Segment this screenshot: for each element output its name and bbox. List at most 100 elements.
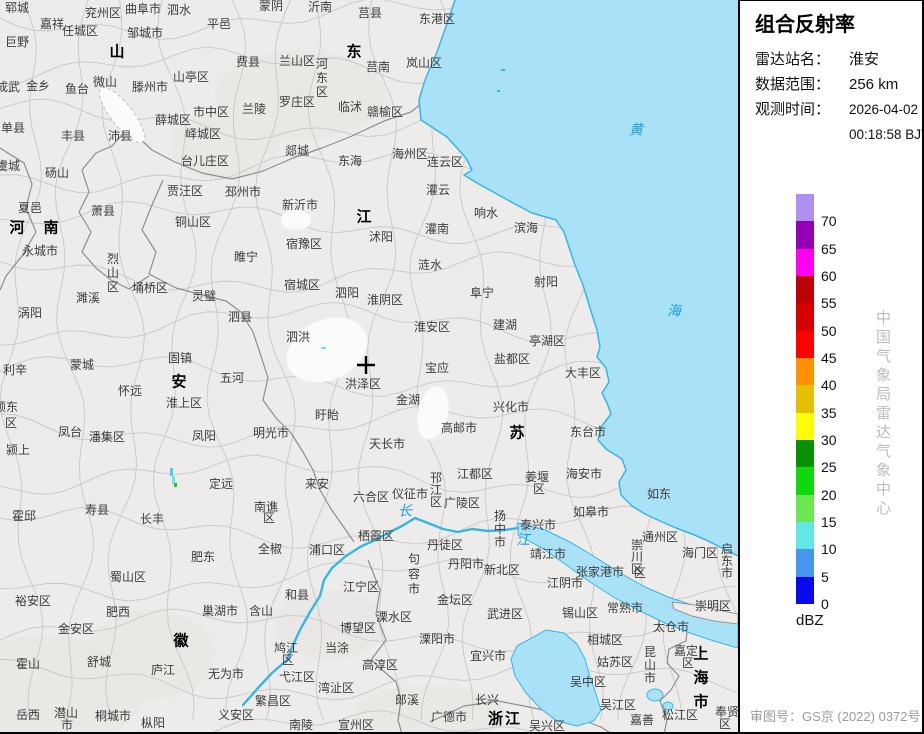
map-label: 莒南 <box>366 59 390 74</box>
map-label: 泗县 <box>228 310 252 324</box>
map-label: 东 <box>346 43 363 61</box>
colorbar-segment <box>796 275 814 304</box>
map-label: 市中区 <box>193 104 229 119</box>
map-label: 淮安区 <box>414 319 450 334</box>
map-label: 太仓市 <box>653 619 689 634</box>
map-label: 东 <box>316 71 328 85</box>
map-label: 薛城区 <box>155 113 191 127</box>
map-label: 滨海 <box>514 220 538 235</box>
map-label: 泰兴市 <box>520 517 556 532</box>
map-label: 颍上 <box>6 443 30 457</box>
map-label: 六合区 <box>353 489 389 504</box>
map-label: 金乡 <box>26 78 50 93</box>
colorbar-segment <box>796 521 814 550</box>
map-label: 无为市 <box>208 666 244 681</box>
map-label: 建湖 <box>493 317 517 332</box>
map-label: 金安区 <box>58 621 94 636</box>
map-label: 贾汪区 <box>167 184 203 198</box>
map-label: 枞阳 <box>141 716 165 730</box>
map-label: 宝应 <box>425 360 449 375</box>
luoma-lake <box>281 210 311 230</box>
map-label: 蜀山区 <box>110 570 146 584</box>
map-label: 东台市 <box>570 424 606 439</box>
map-label: 东海 <box>338 153 362 168</box>
map-label: 灵璧 <box>192 288 216 303</box>
radar-map: 郓城嘉祥兖州区 曲阜市 泗水平邑蒙阴 沂南 莒县 东港区任城区 邹城市巨野山 东兰山区 莒南 岚山… <box>0 0 738 734</box>
info-panel: 组合反射率 雷达站名： 淮安 数据范围： 256 km 观测时间： 2026-04-0… <box>740 0 924 734</box>
watermark: 中国气象局雷达气象中心 <box>874 310 891 519</box>
map-label: 海州区 <box>392 146 428 161</box>
map-label: 区 <box>316 85 328 99</box>
colorbar-tick: 30 <box>821 432 837 448</box>
map-label: 固镇 <box>168 351 192 365</box>
map-label: 金湖 <box>396 392 420 407</box>
map-label: 市 <box>408 581 420 596</box>
map-label: 岳西 <box>16 708 40 722</box>
map-label: 砀山 <box>45 166 69 180</box>
map-label: 江宁区 <box>343 579 379 594</box>
map-label: 霍山 <box>16 657 40 671</box>
map-label: 全椒 <box>258 541 282 556</box>
map-label: 郓城 <box>5 1 29 15</box>
map-label: 平邑 <box>207 17 231 31</box>
map-label: 大丰区 <box>565 366 601 380</box>
map-label: 海 <box>693 669 710 687</box>
map-label: 射阳 <box>534 274 558 289</box>
map-label: 黄 <box>629 123 645 139</box>
map-label: 天长市 <box>369 436 405 451</box>
map-label: 明光市 <box>253 425 289 440</box>
map-label: 市 <box>644 670 656 685</box>
colorbar-tick: 10 <box>821 541 837 558</box>
map-label: 五河 <box>220 371 244 385</box>
map-label: 新北区 <box>484 562 520 577</box>
map-label: 广德市 <box>431 709 467 724</box>
map-label: 怀远 <box>118 384 142 398</box>
map-label: 市 <box>721 565 733 580</box>
colorbar-segment <box>796 576 814 604</box>
colorbar-segment <box>796 303 814 331</box>
colorbar-tick: 20 <box>821 486 837 503</box>
map-label: 微山 <box>93 75 117 89</box>
map-label: 江 <box>356 208 373 226</box>
map-label: 滕州市 <box>132 79 168 94</box>
map-label: 涡阳 <box>18 306 42 320</box>
map-label: 山 <box>644 658 656 672</box>
map-label: 罗庄区 <box>279 94 315 109</box>
map-label: 徽 <box>172 632 190 650</box>
map-label: 邹城市 <box>127 25 163 40</box>
colorbar-segment <box>796 330 814 358</box>
map-label: 江都区 <box>457 467 493 481</box>
map-label: 濉溪 <box>76 290 100 305</box>
panel-title: 组合反射率 <box>755 14 855 36</box>
colorbar-tick: 25 <box>821 459 837 476</box>
map-label: 沭阳 <box>369 230 393 244</box>
map-label: 峄城区 <box>185 127 221 141</box>
map-label: 和县 <box>285 588 309 602</box>
station-name-label: 雷达站名： <box>755 51 831 68</box>
obs-time-label: 观测时间： <box>755 101 831 118</box>
map-label: 裕安区 <box>15 593 51 608</box>
map-label: 溧阳市 <box>419 631 455 646</box>
map-label: 夏邑 <box>18 201 42 215</box>
map-label: 含山 <box>249 603 273 618</box>
map-label: 蒙阴 <box>259 0 283 13</box>
map-label: 凤台 <box>58 424 82 439</box>
map-label: 博望区 <box>340 620 376 635</box>
map-label: 霍邱 <box>12 509 36 523</box>
colorbar-segment <box>796 194 814 222</box>
map-label: 金坛区 <box>437 592 473 607</box>
map-label: 睢宁 <box>234 249 258 264</box>
map-label: 单县 <box>1 121 25 135</box>
map-label: 山 <box>107 266 119 280</box>
map-label: 岚山区 <box>406 56 442 70</box>
map-label: 肥西 <box>106 605 130 619</box>
map-label: 海安市 <box>566 466 602 481</box>
map-label: 河 <box>9 219 26 237</box>
radar-display: 郓城 嘉祥 兖州区 曲阜市 泗水 平邑 蒙阴 沂南 莒县 东港区 任城区 邹城市 巨野山东兰山区 莒南 岚山… <box>0 0 924 734</box>
map-label: 利辛 <box>3 363 27 377</box>
colorbar-unit: dBZ <box>796 612 824 629</box>
map-label: 容 <box>408 566 420 581</box>
map-label: 湾沚区 <box>318 680 354 695</box>
map-label: 河 <box>316 57 328 71</box>
map-label: 区 <box>533 482 545 496</box>
